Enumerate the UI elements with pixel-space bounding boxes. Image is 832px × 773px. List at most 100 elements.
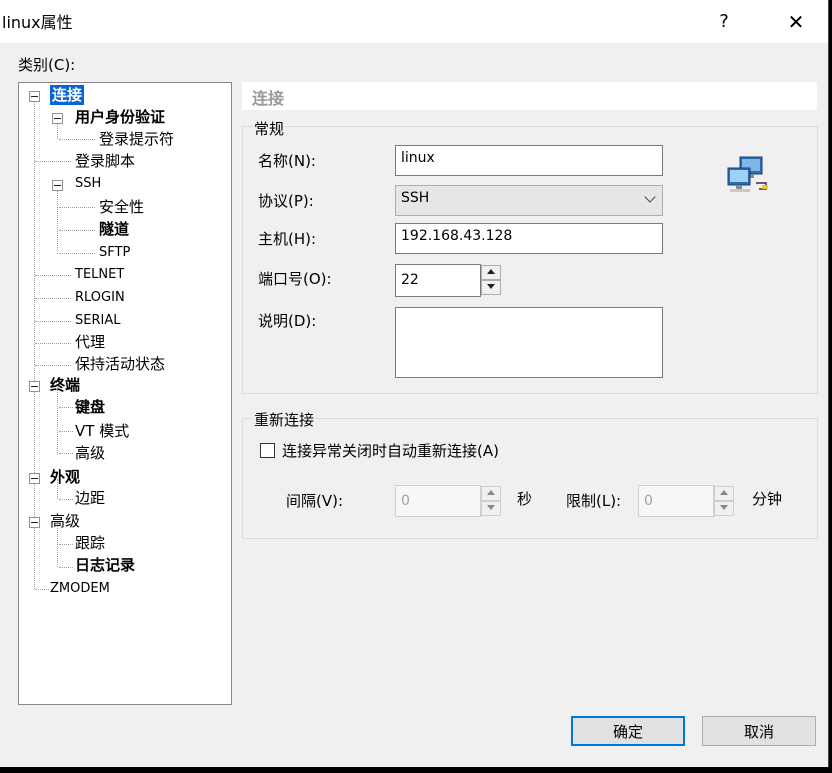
tree-line	[35, 343, 71, 344]
tree-item-zmodem[interactable]: ZMODEM	[50, 579, 110, 599]
tree-line	[57, 190, 58, 254]
close-button[interactable]: ✕	[770, 0, 822, 43]
tree-line	[59, 544, 73, 545]
collapse-icon[interactable]	[29, 473, 40, 484]
panel-header-title: 连接	[252, 89, 285, 108]
tree-item-proxy[interactable]: 代理	[75, 332, 105, 352]
interval-field[interactable]: 0	[395, 485, 481, 517]
auto-reconnect-checkbox[interactable]	[260, 443, 275, 458]
tree-item-login-script[interactable]: 登录脚本	[75, 151, 135, 171]
arrow-up-icon	[487, 269, 495, 274]
tree-item-advanced[interactable]: 高级	[50, 511, 80, 531]
network-computers-icon	[726, 155, 770, 193]
tree-line	[59, 230, 95, 231]
tree-line	[59, 453, 73, 454]
port-field[interactable]: 22	[395, 264, 481, 297]
tree-line	[57, 387, 58, 455]
interval-spinner[interactable]	[481, 486, 501, 516]
tree-line	[35, 275, 71, 276]
tree-line	[59, 139, 95, 140]
reconnect-group	[242, 418, 818, 539]
tree-line	[59, 207, 95, 208]
tree-item-margins[interactable]: 边距	[75, 488, 105, 508]
interval-unit: 秒	[517, 490, 533, 508]
collapse-icon[interactable]	[29, 517, 40, 528]
tree-item-keyboard[interactable]: 键盘	[75, 397, 105, 417]
tree-item-appearance[interactable]: 外观	[50, 467, 80, 487]
tree-line	[57, 523, 58, 567]
tree-item-terminal[interactable]: 终端	[50, 375, 80, 395]
category-tree[interactable]: 连接 用户身份验证 登录提示符 登录脚本 SSH 安全性 隧道 SFTP TEL…	[18, 82, 232, 705]
tree-item-telnet[interactable]: TELNET	[75, 265, 124, 285]
arrow-down-icon	[487, 284, 495, 289]
spin-up-button[interactable]	[481, 486, 501, 501]
interval-label: 间隔(V):	[286, 492, 344, 510]
tree-item-connection[interactable]: 连接	[50, 85, 85, 105]
limit-spinner[interactable]	[714, 486, 734, 516]
limit-unit: 分钟	[752, 490, 783, 508]
spin-down-button[interactable]	[481, 280, 501, 295]
tree-line	[34, 97, 35, 397]
tree-item-serial[interactable]: SERIAL	[75, 311, 120, 331]
collapse-icon[interactable]	[52, 180, 63, 191]
tree-line	[35, 365, 71, 366]
general-group-title: 常规	[252, 118, 287, 139]
tree-item-terminal-advanced[interactable]: 高级	[75, 443, 105, 463]
name-field[interactable]: linux	[395, 145, 663, 176]
protocol-select[interactable]: SSH	[395, 185, 663, 216]
tree-item-sftp[interactable]: SFTP	[99, 243, 130, 263]
chevron-down-icon	[644, 191, 656, 203]
arrow-up-icon	[720, 490, 728, 495]
tree-line	[59, 253, 95, 254]
tree-item-user-auth[interactable]: 用户身份验证	[75, 107, 165, 127]
tree-item-trace[interactable]: 跟踪	[75, 533, 105, 553]
collapse-icon[interactable]	[52, 113, 63, 124]
category-label: 类别(C):	[18, 56, 76, 74]
tree-item-ssh[interactable]: SSH	[75, 174, 101, 194]
collapse-icon[interactable]	[29, 381, 40, 392]
tree-line	[59, 431, 73, 432]
spin-down-button[interactable]	[714, 501, 734, 516]
spin-up-button[interactable]	[481, 265, 501, 280]
ok-button[interactable]: 确定	[571, 716, 685, 746]
protocol-value: SSH	[401, 190, 430, 206]
properties-dialog: linux属性 ? ✕ 类别(C): 连接 用户身份验证 登录提示符 登录脚本 …	[0, 0, 829, 767]
title-bar: linux属性 ? ✕	[0, 0, 828, 43]
arrow-down-icon	[720, 505, 728, 510]
tree-item-login-prompt[interactable]: 登录提示符	[99, 129, 174, 149]
tree-line	[35, 321, 71, 322]
tree-line	[59, 567, 73, 568]
tree-line	[59, 499, 73, 500]
tree-line	[34, 389, 35, 589]
help-button[interactable]: ?	[698, 0, 750, 43]
host-label: 主机(H):	[258, 230, 317, 248]
port-spinner[interactable]	[481, 265, 501, 296]
auto-reconnect-label[interactable]: 连接异常关闭时自动重新连接(A)	[282, 440, 499, 461]
tree-line	[57, 479, 58, 499]
reconnect-group-title: 重新连接	[252, 409, 317, 430]
tree-item-logging[interactable]: 日志记录	[75, 555, 135, 575]
cancel-button[interactable]: 取消	[702, 716, 816, 746]
tree-line	[35, 161, 71, 162]
window-title: linux属性	[2, 13, 73, 32]
spin-down-button[interactable]	[481, 501, 501, 516]
tree-item-keepalive[interactable]: 保持活动状态	[75, 354, 165, 374]
tree-item-security[interactable]: 安全性	[99, 197, 144, 217]
tree-item-vt-mode[interactable]: VT 模式	[75, 421, 129, 441]
description-label: 说明(D):	[258, 312, 317, 330]
tree-item-tunnel[interactable]: 隧道	[99, 219, 129, 239]
arrow-down-icon	[487, 505, 495, 510]
host-field[interactable]: 192.168.43.128	[395, 223, 663, 254]
limit-field[interactable]: 0	[638, 485, 714, 517]
description-textarea[interactable]	[395, 307, 663, 378]
spin-up-button[interactable]	[714, 486, 734, 501]
limit-label: 限制(L):	[566, 492, 622, 510]
tree-line	[35, 298, 71, 299]
arrow-up-icon	[487, 490, 495, 495]
tree-line	[35, 589, 49, 590]
tree-line	[59, 407, 73, 408]
collapse-icon[interactable]	[29, 91, 40, 102]
protocol-label: 协议(P):	[258, 192, 314, 210]
tree-item-rlogin[interactable]: RLOGIN	[75, 288, 125, 308]
port-label: 端口号(O):	[258, 270, 332, 288]
